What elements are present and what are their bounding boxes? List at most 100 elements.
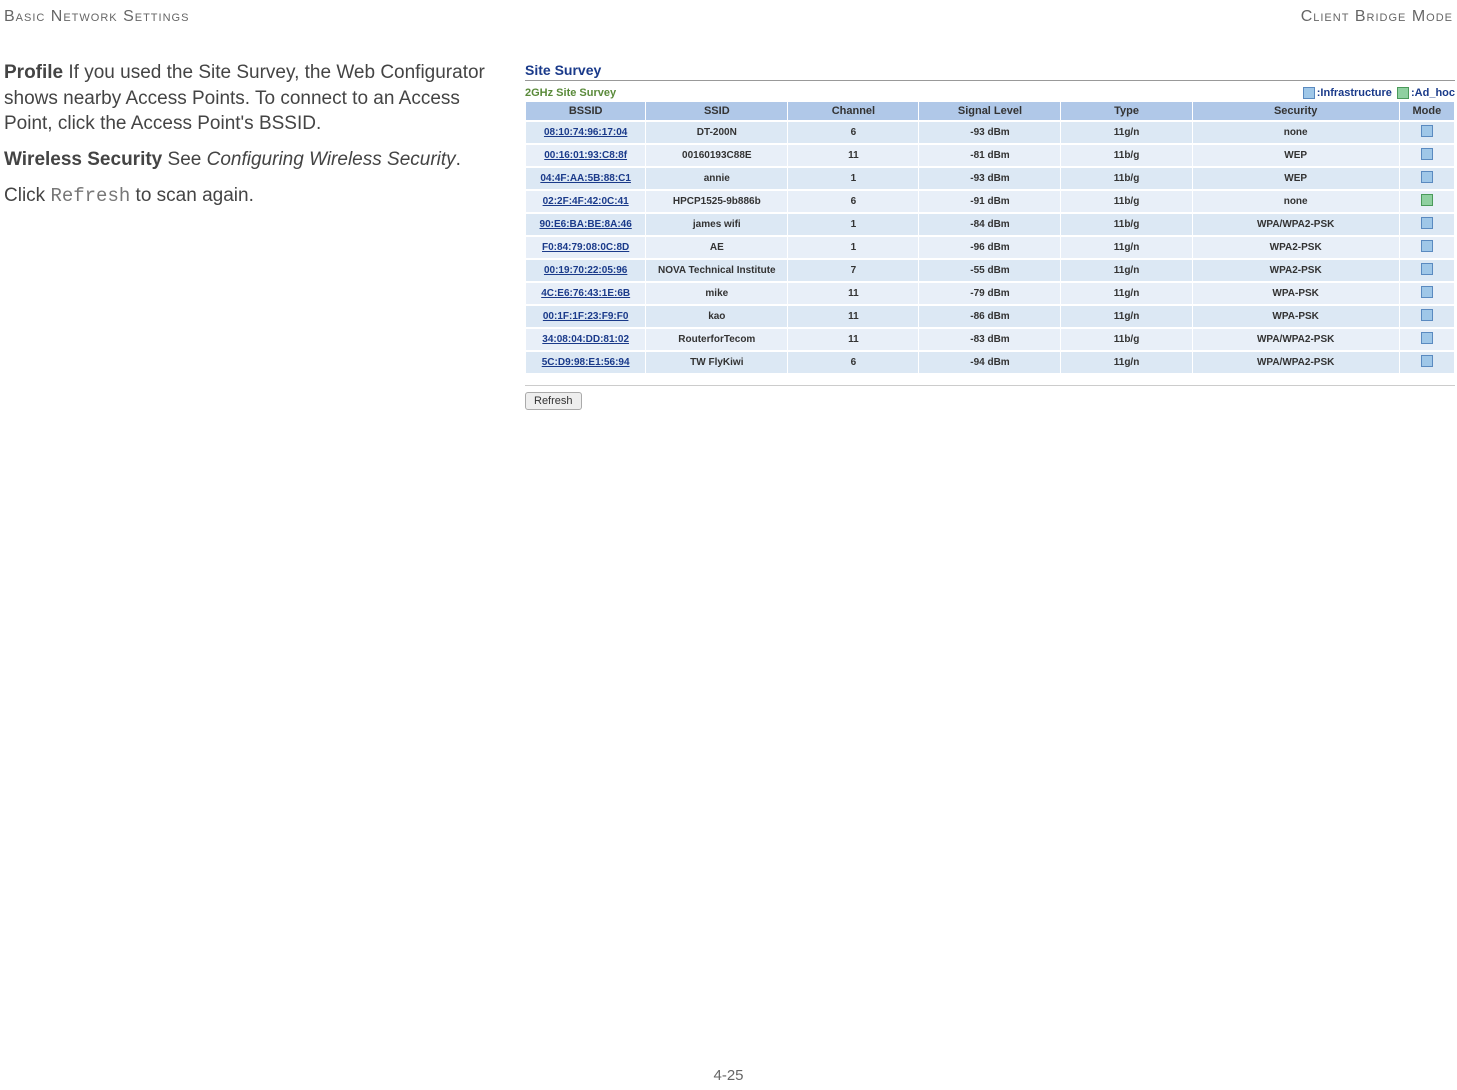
refresh-row: Refresh (525, 385, 1455, 410)
infrastructure-icon (1421, 309, 1433, 321)
table-row: 5C:D9:98:E1:56:94TW FlyKiwi6-94 dBm11g/n… (526, 352, 1454, 373)
wireless-security-label: Wireless Security (4, 149, 162, 170)
ssid-cell: 00160193C88E (646, 145, 787, 166)
security-cell: WPA/WPA2-PSK (1193, 214, 1399, 235)
mode-cell (1400, 214, 1454, 235)
ssid-cell: DT-200N (646, 122, 787, 143)
ssid-cell: TW FlyKiwi (646, 352, 787, 373)
running-header-right: Client Bridge Mode (1301, 8, 1453, 26)
signal-cell: -79 dBm (919, 283, 1060, 304)
mode-cell (1400, 122, 1454, 143)
adhoc-icon (1397, 87, 1409, 99)
wsec-link-text: Configuring Wireless Security (207, 149, 456, 170)
survey-band-label: 2GHz Site Survey (525, 87, 616, 99)
security-cell: WEP (1193, 168, 1399, 189)
ssid-cell: james wifi (646, 214, 787, 235)
bssid-link[interactable]: 90:E6:BA:BE:8A:46 (526, 214, 645, 235)
bssid-link[interactable]: 08:10:74:96:17:04 (526, 122, 645, 143)
legend-adhoc-text: :Ad_hoc (1411, 87, 1455, 99)
security-cell: none (1193, 122, 1399, 143)
table-row: 00:1F:1F:23:F9:F0kao11-86 dBm11g/nWPA-PS… (526, 306, 1454, 327)
bssid-link[interactable]: 00:16:01:93:C8:8f (526, 145, 645, 166)
signal-cell: -96 dBm (919, 237, 1060, 258)
channel-cell: 11 (788, 329, 918, 350)
type-cell: 11g/n (1061, 260, 1191, 281)
table-row: 90:E6:BA:BE:8A:46james wifi1-84 dBm11b/g… (526, 214, 1454, 235)
ssid-cell: annie (646, 168, 787, 189)
infrastructure-icon (1421, 148, 1433, 160)
ssid-cell: HPCP1525-9b886b (646, 191, 787, 212)
scan-again: to scan again. (130, 185, 254, 206)
type-cell: 11g/n (1061, 283, 1191, 304)
type-cell: 11g/n (1061, 122, 1191, 143)
channel-cell: 1 (788, 214, 918, 235)
security-cell: WPA2-PSK (1193, 260, 1399, 281)
infrastructure-icon (1421, 240, 1433, 252)
security-cell: WPA/WPA2-PSK (1193, 352, 1399, 373)
col-signal: Signal Level (919, 102, 1060, 120)
bssid-link[interactable]: 00:19:70:22:05:96 (526, 260, 645, 281)
signal-cell: -94 dBm (919, 352, 1060, 373)
bssid-link[interactable]: 04:4F:AA:5B:88:C1 (526, 168, 645, 189)
ssid-cell: mike (646, 283, 787, 304)
type-cell: 11g/n (1061, 352, 1191, 373)
mode-cell (1400, 145, 1454, 166)
mode-cell (1400, 168, 1454, 189)
mode-cell (1400, 191, 1454, 212)
channel-cell: 7 (788, 260, 918, 281)
wsec-period: . (456, 149, 461, 170)
table-row: 08:10:74:96:17:04DT-200N6-93 dBm11g/nnon… (526, 122, 1454, 143)
ssid-cell: kao (646, 306, 787, 327)
type-cell: 11b/g (1061, 191, 1191, 212)
bssid-link[interactable]: 02:2F:4F:42:0C:41 (526, 191, 645, 212)
mode-cell (1400, 329, 1454, 350)
security-cell: WPA/WPA2-PSK (1193, 329, 1399, 350)
channel-cell: 6 (788, 352, 918, 373)
infrastructure-icon (1421, 263, 1433, 275)
refresh-button[interactable]: Refresh (525, 392, 582, 410)
infrastructure-icon (1421, 217, 1433, 229)
channel-cell: 6 (788, 191, 918, 212)
site-survey-table: BSSID SSID Channel Signal Level Type Sec… (525, 100, 1455, 375)
channel-cell: 1 (788, 168, 918, 189)
table-row: 00:19:70:22:05:96NOVA Technical Institut… (526, 260, 1454, 281)
table-row: 04:4F:AA:5B:88:C1annie1-93 dBm11b/gWEP (526, 168, 1454, 189)
infrastructure-icon (1421, 171, 1433, 183)
table-row: 02:2F:4F:42:0C:41HPCP1525-9b886b6-91 dBm… (526, 191, 1454, 212)
security-cell: WPA-PSK (1193, 283, 1399, 304)
bssid-link[interactable]: 4C:E6:76:43:1E:6B (526, 283, 645, 304)
ssid-cell: NOVA Technical Institute (646, 260, 787, 281)
mode-cell (1400, 260, 1454, 281)
channel-cell: 11 (788, 145, 918, 166)
adhoc-icon (1421, 194, 1433, 206)
signal-cell: -86 dBm (919, 306, 1060, 327)
signal-cell: -55 dBm (919, 260, 1060, 281)
col-channel: Channel (788, 102, 918, 120)
bssid-link[interactable]: 00:1F:1F:23:F9:F0 (526, 306, 645, 327)
site-survey-panel: Site Survey 2GHz Site Survey :Infrastruc… (525, 62, 1455, 410)
bssid-link[interactable]: 5C:D9:98:E1:56:94 (526, 352, 645, 373)
signal-cell: -81 dBm (919, 145, 1060, 166)
table-row: 00:16:01:93:C8:8f00160193C88E11-81 dBm11… (526, 145, 1454, 166)
security-cell: none (1193, 191, 1399, 212)
table-row: 34:08:04:DD:81:02RouterforTecom11-83 dBm… (526, 329, 1454, 350)
bssid-link[interactable]: 34:08:04:DD:81:02 (526, 329, 645, 350)
table-row: 4C:E6:76:43:1E:6Bmike11-79 dBm11g/nWPA-P… (526, 283, 1454, 304)
wireless-security-paragraph: Wireless Security See Configuring Wirele… (4, 147, 494, 173)
security-cell: WEP (1193, 145, 1399, 166)
type-cell: 11b/g (1061, 145, 1191, 166)
infrastructure-icon (1421, 355, 1433, 367)
type-cell: 11g/n (1061, 237, 1191, 258)
bssid-link[interactable]: F0:84:79:08:0C:8D (526, 237, 645, 258)
signal-cell: -93 dBm (919, 168, 1060, 189)
survey-subtitle-bar: 2GHz Site Survey :Infrastructure :Ad_hoc (525, 87, 1455, 99)
page-number: 4-25 (0, 1067, 1457, 1084)
ssid-cell: RouterforTecom (646, 329, 787, 350)
infrastructure-icon (1421, 125, 1433, 137)
signal-cell: -91 dBm (919, 191, 1060, 212)
click-word: Click (4, 185, 50, 206)
col-bssid: BSSID (526, 102, 645, 120)
type-cell: 11b/g (1061, 168, 1191, 189)
signal-cell: -84 dBm (919, 214, 1060, 235)
signal-cell: -83 dBm (919, 329, 1060, 350)
